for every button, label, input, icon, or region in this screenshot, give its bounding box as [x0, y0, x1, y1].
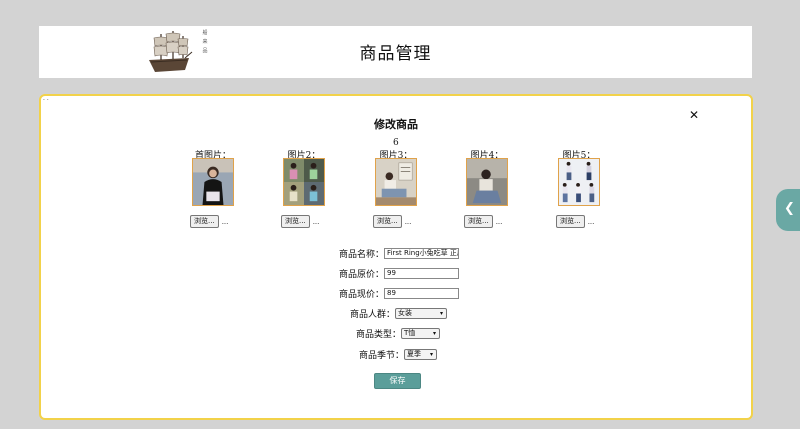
browse-button[interactable]: 浏览...: [464, 215, 493, 228]
chevron-down-icon: ▾: [430, 351, 434, 358]
original-price-row: 商品原价： 99: [339, 263, 460, 280]
image-slot-1: 首图片： 浏览......: [178, 148, 248, 228]
dialog-title: 修改商品: [374, 118, 418, 131]
file-name: ...: [587, 217, 595, 226]
current-price-label: 商品现价：: [339, 290, 385, 300]
image-slot-4: 图片4： 浏览......: [452, 148, 522, 228]
file-name: ...: [495, 217, 503, 226]
save-button[interactable]: 保存: [374, 373, 421, 389]
season-select[interactable]: 夏季 ▾: [404, 349, 438, 360]
image-slot-2: 图片2： 浏览......: [269, 148, 339, 228]
corner-dots: · ·: [43, 97, 49, 104]
browse-button[interactable]: 浏览...: [373, 215, 402, 228]
browse-button[interactable]: 浏览...: [190, 215, 219, 228]
file-picker: 浏览......: [464, 211, 502, 230]
chevron-left-icon: ❮: [784, 201, 795, 216]
name-input[interactable]: First Ring小兔吃草 正肩: [384, 248, 460, 259]
original-price-label: 商品原价：: [339, 270, 385, 280]
product-photo: [466, 158, 508, 206]
image-slot-5: 图片5： 浏览......: [544, 148, 614, 228]
name-label: 商品名称：: [339, 250, 385, 260]
product-photo: [375, 158, 417, 206]
season-label: 商品季节：: [359, 351, 405, 361]
type-label: 商品类型：: [356, 330, 402, 340]
season-row: 商品季节： 夏季 ▾: [359, 344, 438, 361]
current-price-row: 商品现价： 89: [339, 283, 460, 300]
file-picker: 浏览......: [281, 211, 319, 230]
name-row: 商品名称： First Ring小兔吃草 正肩: [339, 243, 460, 260]
page-title: 商品管理: [359, 44, 432, 64]
page-header: 船 来 品 商品管理: [39, 26, 752, 78]
sidebar-toggle-tab[interactable]: ❮: [776, 189, 800, 231]
original-price-input[interactable]: 99: [384, 268, 460, 279]
edit-product-dialog: · · 修改商品 ✕ 6 首图片： 浏览...... 图片2： 浏览... ..…: [39, 94, 753, 420]
crowd-row: 商品人群： 女装 ▾: [350, 303, 448, 320]
file-name: ...: [404, 217, 412, 226]
file-picker: 浏览......: [556, 211, 594, 230]
browse-button[interactable]: 浏览...: [281, 215, 310, 228]
product-photo: [192, 158, 234, 206]
type-select[interactable]: T恤 ▾: [401, 328, 441, 339]
chevron-down-icon: ▾: [440, 310, 444, 317]
image-slot-3: 图片3： 浏览......: [361, 148, 431, 228]
file-picker: 浏览......: [373, 211, 411, 230]
product-photo: [558, 158, 600, 206]
stray-number: 6: [393, 138, 399, 148]
close-icon[interactable]: ✕: [687, 108, 701, 122]
file-name: ...: [312, 217, 320, 226]
product-photo: [283, 158, 325, 206]
crowd-select[interactable]: 女装 ▾: [395, 308, 448, 319]
file-picker: 浏览......: [190, 211, 228, 230]
type-row: 商品类型： T恤 ▾: [356, 323, 441, 340]
file-name: ...: [221, 217, 229, 226]
chevron-down-icon: ▾: [433, 330, 437, 337]
current-price-input[interactable]: 89: [384, 288, 460, 299]
browse-button[interactable]: 浏览...: [556, 215, 585, 228]
crowd-label: 商品人群：: [350, 310, 396, 320]
